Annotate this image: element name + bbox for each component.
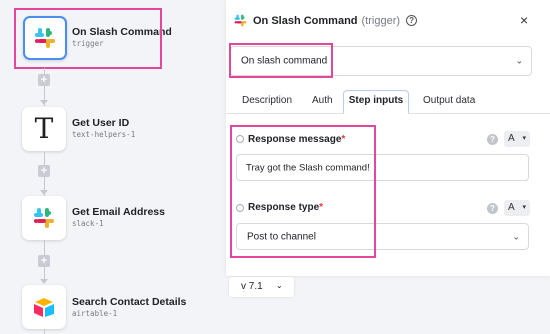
tab-description[interactable]: Description [242,90,292,114]
response-type-label: Response type* [248,202,323,213]
chevron-down-icon: ⌄ [512,231,520,241]
response-message-input[interactable]: Tray got the Slash command! [236,154,529,181]
step-subtitle: slack-1 [72,219,104,228]
airtable-icon [34,298,54,317]
slack-icon [234,14,247,27]
step-title: Search Contact Details [72,296,187,308]
tab-auth[interactable]: Auth [312,90,333,114]
step-title: Get User ID [72,117,130,129]
version-select[interactable]: v 7.1 ⌄ [229,277,294,297]
panel-title: On Slash Command (trigger)? [253,15,418,27]
step-properties-panel: On Slash Command (trigger)? × On slash co… [226,0,550,276]
panel-tabs: Description Auth Step inputs Output data [226,84,550,114]
panel-title-text: On Slash Command [253,15,358,27]
arrow-down-icon [40,100,48,105]
text-type-icon: A [508,202,515,213]
chevron-down-icon: ⌄ [276,281,283,290]
panel-title-suffix: (trigger) [361,15,401,27]
close-icon[interactable]: × [520,12,528,28]
tab-output-data[interactable]: Output data [423,90,475,114]
arrow-down-icon [40,190,48,195]
response-message-value: Tray got the Slash command! [246,162,370,173]
response-type-select[interactable]: Post to channel ⌄ [236,223,529,250]
tab-step-inputs[interactable]: Step inputs [343,90,409,114]
step-card-get-email-address[interactable] [22,196,66,240]
required-mark: * [319,202,324,213]
operation-select-value: On slash command [241,55,328,67]
step-subtitle: text-helpers-1 [72,130,136,139]
value-type-button[interactable]: A ▾ [504,131,530,147]
version-value: v 7.1 [241,281,263,292]
value-type-button[interactable]: A ▾ [504,200,530,216]
step-subtitle: trigger [72,39,104,48]
connector-line [44,329,45,334]
step-title: Get Email Address [72,206,165,218]
step-card-get-user-id[interactable]: T [22,107,66,151]
chevron-down-icon: ⌄ [515,55,523,66]
response-message-label: Response message* [248,134,345,145]
response-type-value: Post to channel [247,231,316,242]
slack-icon [34,208,54,228]
step-card-on-slash-command[interactable] [23,16,67,60]
help-icon[interactable]: ? [487,203,498,214]
step-card-search-contact-details[interactable] [22,285,66,329]
add-step-button[interactable]: + [38,255,50,267]
slack-icon [35,28,55,48]
step-title: On Slash Command [72,26,172,38]
arrow-down-icon [40,279,48,284]
text-type-icon: A [508,133,515,144]
add-step-button[interactable]: + [38,74,50,86]
field-label-text: Response message [248,134,342,145]
caret-down-icon: ▾ [522,204,526,211]
field-toggle-radio[interactable] [236,204,244,212]
text-helpers-icon: T [34,112,54,145]
help-icon[interactable]: ? [406,15,418,26]
panel-header: On Slash Command (trigger)? × [226,0,550,40]
operation-select[interactable]: On slash command ⌄ [230,46,532,76]
field-toggle-radio[interactable] [236,135,244,143]
add-step-button[interactable]: + [38,165,50,177]
required-mark: * [341,134,346,145]
help-icon[interactable]: ? [487,134,498,145]
step-subtitle: airtable-1 [72,309,118,318]
field-label-text: Response type [248,202,320,213]
caret-down-icon: ▾ [522,135,526,142]
